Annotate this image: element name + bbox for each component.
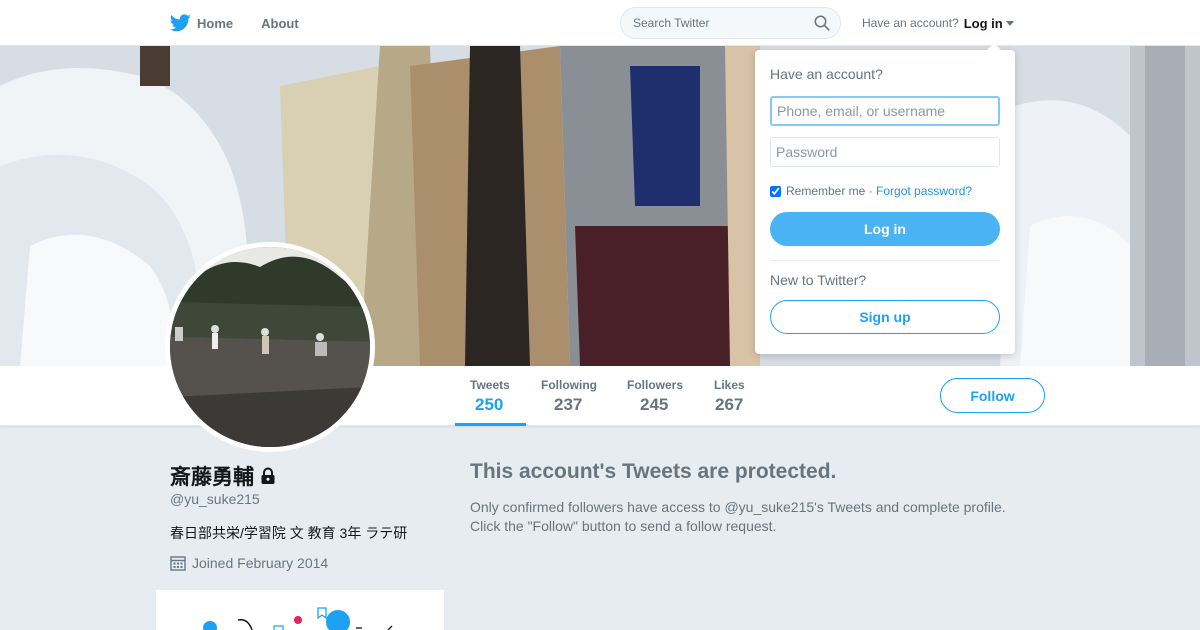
nav-about-label: About xyxy=(261,15,299,31)
stat-tweets[interactable]: Tweets 250 xyxy=(455,366,526,426)
profile-bio: 春日部共栄/学習院 文 教育 3年 ラテ研 xyxy=(170,525,408,541)
nav-home[interactable]: Home xyxy=(170,14,233,32)
search-input[interactable] xyxy=(633,8,803,38)
profile-name: 斎藤勇輔 xyxy=(170,461,277,491)
remember-me-label[interactable]: Remember me xyxy=(786,184,865,198)
avatar[interactable] xyxy=(165,242,375,452)
password-field[interactable] xyxy=(770,137,1000,167)
stat-likes-value: 267 xyxy=(715,395,744,414)
stat-tweets-label: Tweets xyxy=(470,378,510,392)
profile-name-text: 斎藤勇輔 xyxy=(170,466,254,489)
stat-following-label: Following xyxy=(541,378,597,392)
stat-following[interactable]: Following 237 xyxy=(541,366,601,426)
caret-down-icon xyxy=(1005,20,1014,26)
login-dropdown-title: Have an account? xyxy=(770,66,883,82)
lock-icon xyxy=(261,467,275,484)
remember-separator: · xyxy=(865,184,877,198)
calendar-icon xyxy=(170,556,186,571)
stat-likes-label: Likes xyxy=(714,378,745,392)
stat-likes[interactable]: Likes 267 xyxy=(714,366,754,426)
protected-title: This account's Tweets are protected. xyxy=(470,460,837,483)
avatar-photo xyxy=(170,247,370,447)
protected-description: Only confirmed followers have access to … xyxy=(470,499,1006,534)
profile-handle[interactable]: @yu_suke215 xyxy=(170,491,260,507)
stat-tweets-value: 250 xyxy=(475,395,504,414)
remember-row: Remember me · Forgot password? xyxy=(770,184,972,198)
username-field[interactable] xyxy=(770,96,1000,126)
stat-following-value: 237 xyxy=(554,395,583,414)
search-icon[interactable] xyxy=(814,15,830,31)
new-to-twitter-text: New to Twitter? xyxy=(770,272,867,288)
follow-button[interactable]: Follow xyxy=(940,378,1045,413)
login-button[interactable]: Log in xyxy=(770,212,1000,246)
stat-followers[interactable]: Followers 245 xyxy=(627,366,687,426)
dropdown-divider xyxy=(770,260,1000,261)
forgot-password-link[interactable]: Forgot password? xyxy=(876,184,972,198)
login-prompt: Have an account? Log in xyxy=(862,0,1014,46)
login-menu-label: Log in xyxy=(963,15,1003,31)
nav-left: Home About xyxy=(170,0,327,46)
dropdown-arrow xyxy=(987,43,1001,50)
promo-card xyxy=(156,590,444,630)
stat-followers-value: 245 xyxy=(640,395,669,414)
nav-home-label: Home xyxy=(197,15,234,31)
have-account-text: Have an account? xyxy=(862,16,959,30)
login-dropdown: Have an account? Remember me · Forgot pa… xyxy=(755,43,1015,354)
profile-joined-text: Joined February 2014 xyxy=(192,555,329,571)
profile-joined: Joined February 2014 xyxy=(170,555,328,571)
stat-followers-label: Followers xyxy=(627,378,684,392)
signup-button[interactable]: Sign up xyxy=(770,300,1000,334)
promo-illustration xyxy=(203,607,393,630)
search-box[interactable] xyxy=(620,7,841,39)
nav-about[interactable]: About xyxy=(261,16,299,31)
top-navigation-bar: Home About Have an account? Log in xyxy=(0,0,1200,46)
login-menu-toggle[interactable]: Log in xyxy=(964,16,1014,31)
twitter-bird-icon xyxy=(170,14,191,32)
remember-me-checkbox[interactable] xyxy=(770,185,781,197)
